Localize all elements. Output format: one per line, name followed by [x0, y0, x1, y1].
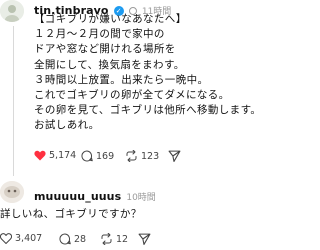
comment-icon	[59, 233, 71, 245]
repost-button[interactable]: 123	[125, 150, 159, 162]
heart-filled-icon	[34, 150, 46, 161]
heart-icon	[0, 233, 12, 244]
repost-count: 123	[141, 150, 160, 162]
repost-icon	[101, 233, 112, 245]
reply-username[interactable]: muuuuu_uuus	[34, 190, 121, 203]
comment-icon	[81, 150, 93, 162]
post-line: 全開にして、換気扇をまわす。	[34, 58, 185, 71]
share-button[interactable]	[168, 150, 181, 162]
reply-time: 10時間	[126, 193, 156, 203]
reply-comment-button[interactable]: 28	[59, 233, 86, 245]
post-line: その卵を見て、ゴキブリは他所へ移動します。	[34, 104, 262, 117]
reply-share-button[interactable]	[138, 233, 151, 245]
post-body: 【ゴキブリが嫌いなあなたへ】 １２月〜２月の間で家中の ドアや窓など開けれる場所…	[34, 12, 261, 134]
post-line: ドアや窓など開けれる場所を	[34, 43, 176, 56]
post-line: お試しあれ。	[34, 119, 100, 132]
repost-icon	[126, 150, 137, 162]
comment-button[interactable]: 169	[81, 150, 114, 162]
post-line: １２月〜２月の間で家中の	[34, 28, 165, 41]
send-icon	[138, 233, 151, 245]
thread-connector-line	[13, 26, 14, 176]
post-line: 【ゴキブリが嫌いなあなたへ】	[34, 13, 187, 25]
reply-comment-count: 28	[74, 233, 87, 245]
avatar[interactable]	[0, 0, 24, 22]
send-icon	[168, 150, 181, 162]
reply-repost-count: 12	[116, 233, 129, 245]
post-line: ３時間以上放置。出来たら一晩中。	[34, 73, 209, 86]
reply-body: 詳しいね、ゴキブリですか？	[0, 208, 142, 220]
reply-repost-button[interactable]: 12	[100, 233, 128, 245]
like-button[interactable]: 5,174	[34, 150, 76, 161]
comment-count: 169	[96, 150, 115, 162]
like-count: 5,174	[49, 150, 77, 161]
post-line: これでゴキブリの卵が全てダメになる。	[34, 89, 230, 102]
reply-like-button[interactable]: 3,407	[0, 233, 42, 244]
reply-header: muuuuu_uuus 10時間	[34, 185, 156, 204]
reply-avatar[interactable]	[0, 181, 24, 203]
reply-like-count: 3,407	[15, 233, 43, 244]
